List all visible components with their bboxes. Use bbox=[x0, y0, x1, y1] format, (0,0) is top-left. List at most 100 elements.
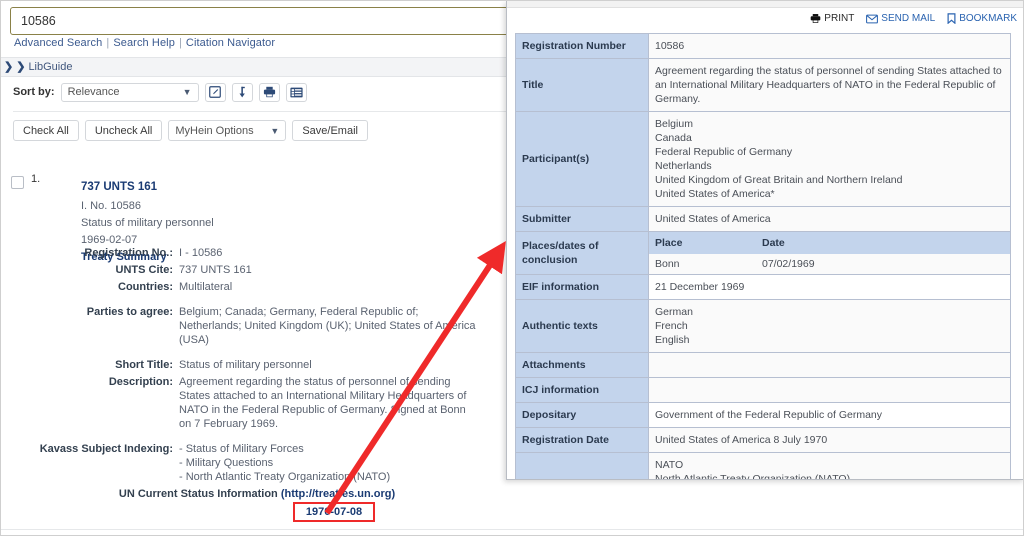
column-header-date: Date bbox=[756, 232, 1010, 254]
bookmark-button[interactable]: BOOKMARK bbox=[947, 13, 1017, 24]
detail-row: Parties to agree: Belgium; Canada; Germa… bbox=[1, 305, 513, 347]
page-footer-divider bbox=[1, 529, 1023, 530]
detail-label: Short Title: bbox=[115, 359, 173, 371]
detail-value: - Status of Military Forces - Military Q… bbox=[179, 443, 391, 483]
edit-icon-button[interactable] bbox=[204, 82, 226, 102]
advanced-search-link[interactable]: Advanced Search bbox=[14, 37, 102, 49]
send-mail-label: SEND MAIL bbox=[881, 13, 936, 24]
table-row: Bonn 07/02/1969 bbox=[649, 254, 1010, 274]
result-checkbox[interactable] bbox=[11, 176, 24, 189]
row-value: 10586 bbox=[648, 33, 1011, 59]
list-item: Netherlands bbox=[655, 160, 712, 172]
result-title-link[interactable]: 737 UNTS 161 bbox=[81, 181, 157, 193]
search-sublinks: Advanced Search | Search Help | Citation Nav… bbox=[14, 37, 275, 49]
print-icon bbox=[263, 86, 275, 98]
download-icon bbox=[239, 86, 245, 97]
edit-icon bbox=[209, 86, 221, 98]
table-row: Registration Number 10586 bbox=[515, 33, 1011, 59]
myhein-options-value: MyHein Options bbox=[175, 124, 254, 137]
detail-label: Registration No.: bbox=[84, 247, 173, 259]
print-button[interactable]: PRINT bbox=[810, 13, 854, 24]
list-item: United Kingdom of Great Britain and Nort… bbox=[655, 174, 903, 186]
detail-label: Kavass Subject Indexing: bbox=[39, 443, 173, 455]
un-status-url[interactable]: (http://treaties.un.org) bbox=[281, 488, 395, 500]
result-item: 1. 737 UNTS 161 I. No. 10586 Status of m… bbox=[1, 171, 513, 263]
myhein-options-select[interactable]: MyHein Options ▼ bbox=[168, 120, 287, 141]
row-label: ICJ information bbox=[515, 377, 649, 403]
row-label: Participant(s) bbox=[515, 111, 649, 207]
printer-icon bbox=[810, 14, 821, 23]
result-registration-no: I. No. 10586 bbox=[81, 200, 141, 212]
table-row: EIF information 21 December 1969 bbox=[515, 274, 1011, 300]
table-row: Attachments bbox=[515, 352, 1011, 378]
app-window: Advanced Search |Search Help| Citation Nav… bbox=[0, 0, 1024, 536]
result-short-title: Status of military personnel bbox=[81, 217, 214, 229]
overlay-tools: PRINT SEND MAIL BOOKMARK bbox=[507, 8, 1023, 30]
row-value: NATO North Atlantic Treaty Organization … bbox=[648, 452, 1011, 480]
check-all-button[interactable]: Check All bbox=[13, 120, 79, 141]
envelope-icon bbox=[866, 14, 879, 23]
list-item: United States of America* bbox=[655, 188, 775, 200]
uncheck-all-button[interactable]: Uncheck All bbox=[84, 120, 163, 141]
row-label: Registration Number bbox=[515, 33, 649, 59]
detail-value: Status of military personnel bbox=[179, 359, 312, 371]
un-status-heading: UN Current Status Information (http://tr… bbox=[1, 488, 513, 500]
list-item: North Atlantic Treaty Organization (NATO… bbox=[655, 473, 851, 480]
link-separator: | bbox=[178, 37, 182, 49]
detail-row: Countries: Multilateral bbox=[1, 280, 513, 294]
un-status-label: UN Current Status Information bbox=[118, 488, 278, 500]
row-value: German French English bbox=[648, 299, 1011, 353]
table-row: Places/dates of conclusion Place Date Bo… bbox=[515, 231, 1011, 275]
list-view-icon bbox=[289, 87, 303, 97]
list-item: French bbox=[655, 320, 688, 332]
row-value bbox=[648, 377, 1011, 403]
cell-date: 07/02/1969 bbox=[756, 254, 1010, 274]
detail-row: Short Title: Status of military personne… bbox=[1, 358, 513, 372]
detail-value: Multilateral bbox=[179, 281, 233, 293]
detail-label: Description: bbox=[108, 376, 173, 388]
print-label: PRINT bbox=[824, 13, 855, 24]
detail-value: Agreement regarding the status of person… bbox=[179, 376, 467, 430]
sort-by-value: Relevance bbox=[67, 86, 120, 98]
row-label: Places/dates of conclusion bbox=[515, 231, 649, 275]
citation-navigator-link[interactable]: Citation Navigator bbox=[186, 37, 275, 49]
row-value: Place Date Bonn 07/02/1969 bbox=[648, 231, 1011, 275]
detail-label: Countries: bbox=[118, 281, 173, 293]
row-label: Authentic texts bbox=[515, 299, 649, 353]
print-icon-button[interactable] bbox=[258, 82, 280, 102]
chevron-right-icon: ❯ bbox=[4, 60, 14, 73]
detail-value: Belgium; Canada; Germany, Federal Republ… bbox=[179, 306, 476, 346]
result-index: 1. bbox=[31, 173, 41, 185]
row-label: Subject terms bbox=[515, 452, 649, 479]
chevron-down-icon: ▼ bbox=[270, 125, 280, 136]
row-value: Belgium Canada Federal Republic of Germa… bbox=[648, 111, 1011, 207]
sort-by-select[interactable]: Relevance ▼ bbox=[60, 82, 199, 102]
list-item: German bbox=[655, 306, 693, 318]
result-detail-fields: Registration No.: I - 10586 UNTS Cite: 7… bbox=[1, 246, 513, 487]
table-row: Title Agreement regarding the status of … bbox=[515, 58, 1011, 112]
row-label: Registration Date bbox=[515, 427, 649, 453]
table-row: Authentic texts German French English bbox=[515, 299, 1011, 353]
save-email-button[interactable]: Save/Email bbox=[292, 120, 368, 141]
detail-row: Description: Agreement regarding the sta… bbox=[1, 375, 513, 431]
table-row: Depositary Government of the Federal Rep… bbox=[515, 402, 1011, 428]
list-item: English bbox=[655, 334, 690, 346]
list-view-icon-button[interactable] bbox=[285, 82, 307, 102]
detail-value: I - 10586 bbox=[179, 247, 223, 259]
download-icon-button[interactable] bbox=[231, 82, 253, 102]
row-value: 21 December 1969 bbox=[648, 274, 1011, 300]
row-label: Title bbox=[515, 58, 649, 112]
search-help-link[interactable]: Search Help bbox=[113, 37, 175, 49]
detail-label: UNTS Cite: bbox=[115, 264, 173, 276]
result-date: 1969-02-07 bbox=[81, 234, 138, 246]
table-row: Submitter United States of America bbox=[515, 206, 1011, 232]
column-header-place: Place bbox=[649, 232, 756, 254]
row-value: United States of America bbox=[648, 206, 1011, 232]
row-label: Depositary bbox=[515, 402, 649, 428]
table-row: Subject terms NATO North Atlantic Treaty… bbox=[515, 452, 1011, 480]
send-mail-button[interactable]: SEND MAIL bbox=[866, 13, 935, 24]
table-row: ICJ information bbox=[515, 377, 1011, 403]
cell-place: Bonn bbox=[649, 254, 756, 274]
un-status-date-highlight[interactable]: 1970-07-08 bbox=[293, 502, 375, 522]
table-header-row: Place Date bbox=[649, 232, 1010, 254]
